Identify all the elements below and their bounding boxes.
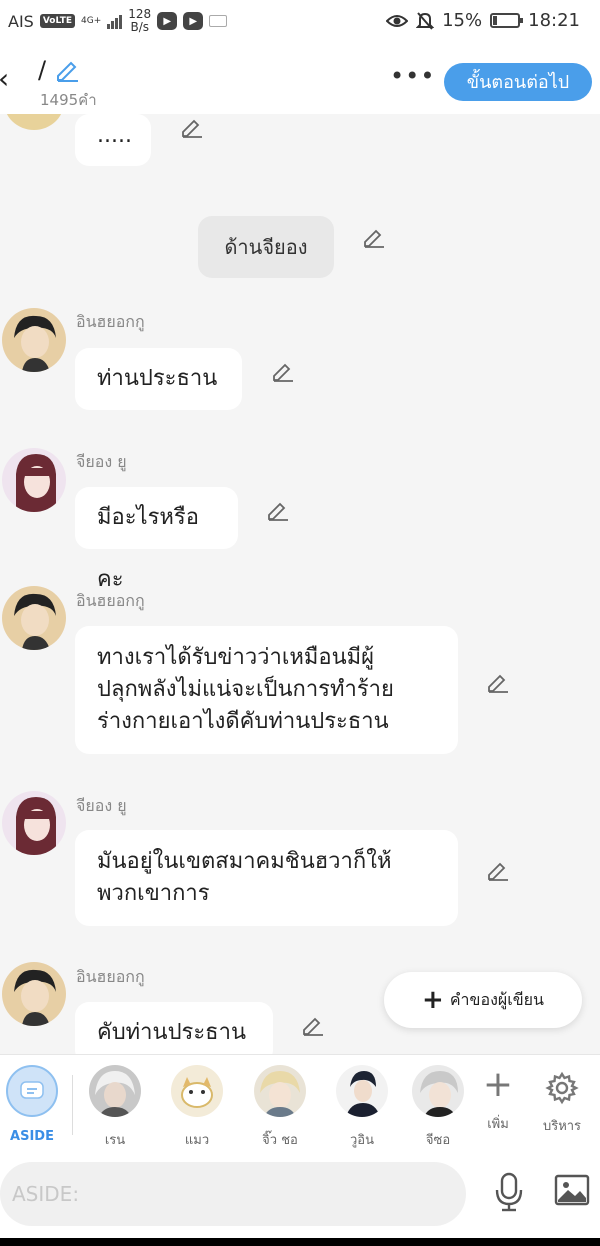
more-options-icon[interactable]: ••• [390, 62, 435, 90]
aside-icon [6, 1065, 58, 1117]
speaker-name: จียอง ยู [76, 452, 127, 471]
message-bubble[interactable]: มีอะไรหรือคะ [75, 487, 238, 592]
author-note-button[interactable]: + คำของผู้เขียน [384, 972, 582, 1028]
next-step-button[interactable]: ขั้นตอนต่อไป [444, 63, 592, 101]
speaker-name: อินฮยอกกู [76, 967, 145, 986]
carrier-label: AIS [8, 11, 34, 31]
message-input[interactable] [0, 1162, 466, 1226]
back-button[interactable]: ‹ [0, 62, 9, 95]
avatar-jiyoung[interactable] [2, 448, 66, 512]
character-item[interactable]: จีซอ [412, 1065, 464, 1150]
character-name: วูอิน [350, 1133, 374, 1148]
speaker-name: อินฮยอกกู [76, 591, 145, 610]
clock: 18:21 [528, 10, 580, 31]
avatar [171, 1065, 223, 1117]
character-item[interactable]: แมว [167, 1065, 227, 1150]
avatar [412, 1065, 464, 1117]
word-count: 1495คำ [40, 91, 97, 109]
input-bar [0, 1154, 600, 1238]
plus-icon: + [422, 985, 444, 1015]
youtube-notification-icon: ▶ [157, 12, 178, 30]
youtube-notification-icon-2: ▶ [183, 12, 204, 30]
edit-message-icon[interactable] [180, 116, 204, 138]
speaker-name: อินฮยอกกู [76, 312, 145, 331]
avatar-in-hyeok[interactable] [2, 308, 66, 372]
divider [72, 1075, 73, 1135]
bell-muted-icon [416, 11, 435, 30]
character-bar: ASIDE เรน แมว จิ๊ว ชอ วูอิน จีซอ + เพิ่ม… [0, 1054, 600, 1154]
aside-label: ASIDE [10, 1129, 54, 1144]
battery-percent: 15% [442, 10, 483, 31]
speaker-name: จียอง ยู [76, 796, 127, 815]
message-bubble[interactable]: มันอยู่ในเขตสมาคมชินฮวาก็ให้ พวกเขาการ [75, 830, 458, 926]
status-bar: AIS VoLTE 4G+ 128 B/s ▶ ▶ 15% 18:21 [0, 0, 600, 48]
system-nav-bar [0, 1238, 600, 1246]
message-bubble[interactable]: คับท่านประธาน [75, 1002, 273, 1054]
add-label: เพิ่ม [487, 1117, 509, 1132]
story-title: / [38, 56, 47, 84]
volte-badge: VoLTE [39, 14, 76, 28]
avatar-in-hyeok[interactable] [2, 586, 66, 650]
manage-label: บริหาร [542, 1119, 582, 1134]
add-character-button[interactable]: + เพิ่ม [468, 1065, 528, 1134]
network-speed: 128 B/s [128, 7, 152, 34]
narration-bubble[interactable]: ด้านจียอง [198, 216, 334, 278]
image-icon[interactable] [554, 1174, 590, 1206]
eye-icon [386, 14, 409, 27]
edit-message-icon[interactable] [486, 859, 510, 881]
avatar-jiyoung[interactable] [2, 791, 66, 855]
avatar[interactable] [4, 114, 64, 130]
character-item[interactable]: วูอิน [332, 1065, 392, 1150]
chat-area[interactable]: ..... ด้านจียอง อินฮยอกกู ท่านประธาน จีย… [0, 114, 600, 1054]
network-type: 4G+ [81, 15, 102, 26]
manage-button[interactable]: บริหาร [532, 1065, 592, 1136]
character-name: แมว [184, 1133, 210, 1148]
editor-header: ‹ / 1495คำ ••• ขั้นตอนต่อไป [0, 48, 600, 114]
character-name: เรน [104, 1133, 126, 1148]
avatar [336, 1065, 388, 1117]
avatar-in-hyeok[interactable] [2, 962, 66, 1026]
character-name: จีซอ [425, 1133, 451, 1148]
avatar [89, 1065, 141, 1117]
signal-icon [107, 13, 123, 29]
avatar [254, 1065, 306, 1117]
edit-message-icon[interactable] [486, 671, 510, 693]
mail-icon [209, 15, 228, 27]
edit-message-icon[interactable] [301, 1014, 325, 1036]
edit-message-icon[interactable] [362, 226, 386, 248]
character-item[interactable]: จิ๊ว ชอ [250, 1065, 310, 1150]
character-item[interactable]: เรน [85, 1065, 145, 1150]
author-note-label: คำของผู้เขียน [449, 989, 544, 1009]
edit-title-icon[interactable] [54, 56, 80, 82]
battery-icon [490, 13, 524, 28]
plus-icon: + [482, 1064, 514, 1105]
character-aside[interactable]: ASIDE [2, 1065, 62, 1144]
character-name: จิ๊ว ชอ [262, 1133, 298, 1148]
message-bubble[interactable]: ท่านประธาน [75, 348, 242, 410]
message-bubble[interactable]: ..... [75, 114, 151, 166]
edit-message-icon[interactable] [266, 499, 290, 521]
edit-message-icon[interactable] [271, 360, 295, 382]
message-bubble[interactable]: ทางเราได้รับข่าวว่าเหมือนมีผู้ ปลุกพลังไ… [75, 626, 458, 754]
microphone-icon[interactable] [492, 1172, 526, 1212]
gear-icon [545, 1071, 579, 1105]
